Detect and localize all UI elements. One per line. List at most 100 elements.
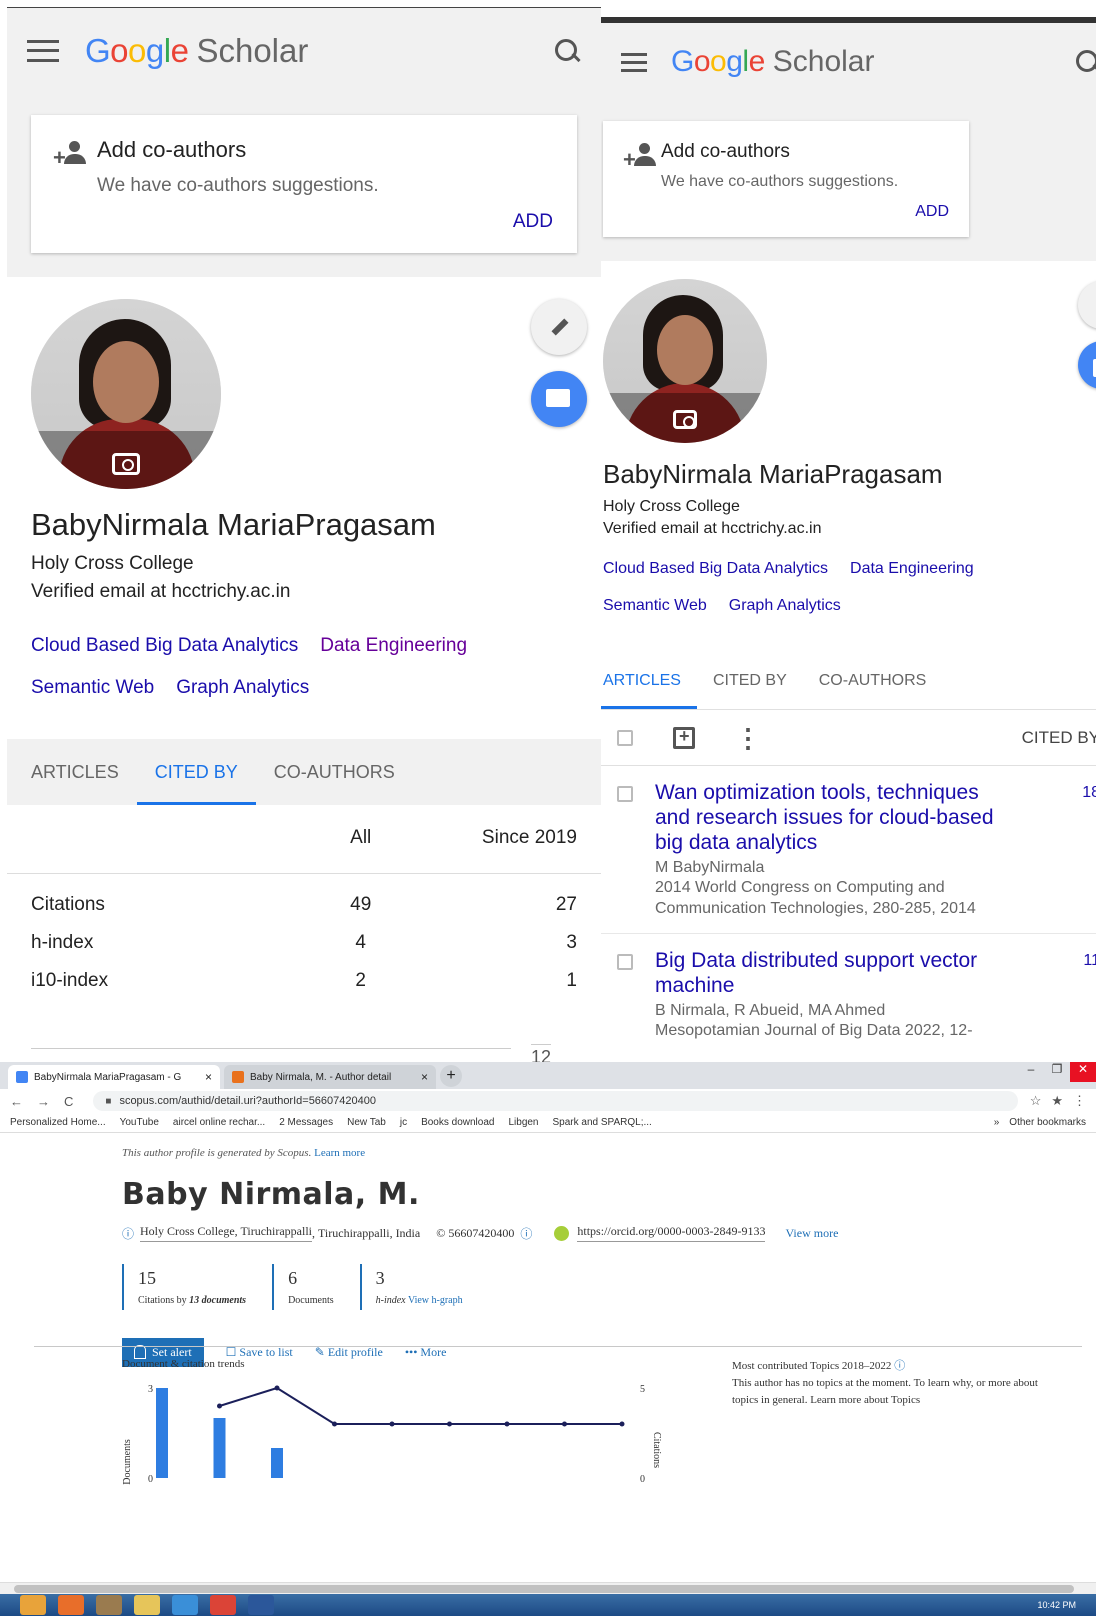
folder-icon[interactable] xyxy=(134,1595,160,1615)
add-coauthor-button[interactable]: ADD xyxy=(55,211,553,233)
article-cited-count[interactable]: 18 xyxy=(1082,784,1096,802)
extensions-icon[interactable]: ★ xyxy=(1051,1093,1063,1109)
scholar-logo[interactable]: Google Scholar xyxy=(671,45,874,79)
taskbar: 10:42 PM xyxy=(0,1594,1096,1616)
menu-icon[interactable] xyxy=(27,39,59,62)
info-icon[interactable]: ⓘ xyxy=(894,1360,905,1372)
url-field[interactable]: ■ scopus.com/authid/detail.uri?authorId=… xyxy=(93,1091,1018,1111)
search-icon[interactable] xyxy=(553,37,581,65)
follow-email-button[interactable] xyxy=(1078,341,1096,389)
camera-icon[interactable] xyxy=(673,410,697,429)
bookmark-item[interactable]: aircel online rechar... xyxy=(173,1117,265,1128)
table-row: h-index 4 3 xyxy=(31,931,577,953)
profile-name: BabyNirmala MariaPragasam xyxy=(603,459,943,489)
add-article-icon[interactable] xyxy=(673,726,695,749)
scholar-favicon-icon xyxy=(16,1071,28,1083)
chrome-icon[interactable] xyxy=(210,1595,236,1615)
y2-axis-label: Citations xyxy=(651,1432,662,1468)
info-icon[interactable]: ⓘ xyxy=(520,1225,532,1242)
bookmark-item[interactable]: jc xyxy=(400,1117,407,1128)
scopus-favicon-icon xyxy=(232,1071,244,1083)
interest-link[interactable]: Graph Analytics xyxy=(729,597,841,614)
start-icon[interactable] xyxy=(20,1595,46,1615)
affiliation-link[interactable]: Holy Cross College, Tiruchirappalli xyxy=(140,1224,313,1242)
close-tab-icon[interactable]: × xyxy=(421,1070,428,1084)
tab-articles[interactable]: ARTICLES xyxy=(601,652,697,709)
bookmark-item[interactable]: Spark and SPARQL;... xyxy=(553,1117,652,1128)
reload-icon[interactable]: C xyxy=(64,1094,73,1109)
metric-citations[interactable]: 15 Citations by 13 documents xyxy=(122,1264,260,1310)
orcid-link[interactable]: https://orcid.org/0000-0003-2849-9133 xyxy=(577,1224,766,1242)
bookmark-star-icon[interactable]: ☆ xyxy=(1030,1093,1042,1109)
tab-cited-by[interactable]: CITED BY xyxy=(697,652,803,709)
coauthor-title: Add co-authors xyxy=(661,141,790,162)
interest-link[interactable]: Semantic Web xyxy=(31,677,154,698)
other-bookmarks[interactable]: Other bookmarks xyxy=(1009,1117,1086,1128)
firefox-icon[interactable] xyxy=(58,1595,84,1615)
close-window-icon[interactable]: ✕ xyxy=(1070,1062,1096,1082)
bookmark-item[interactable]: New Tab xyxy=(347,1117,386,1128)
view-more-link[interactable]: View more xyxy=(785,1226,838,1241)
avatar[interactable] xyxy=(31,299,221,489)
bookmark-item[interactable]: Personalized Home... xyxy=(10,1117,106,1128)
forward-icon[interactable]: → xyxy=(37,1094,50,1109)
camera-icon[interactable] xyxy=(112,453,140,475)
article-title[interactable]: Big Data distributed support vector mach… xyxy=(655,948,995,998)
follow-email-button[interactable] xyxy=(531,371,587,427)
bookmark-item[interactable]: YouTube xyxy=(120,1117,159,1128)
word-icon[interactable] xyxy=(248,1595,274,1615)
maximize-icon[interactable]: ❐ xyxy=(1044,1062,1070,1082)
profile-tabs: ARTICLES CITED BY CO-AUTHORS xyxy=(601,652,1096,710)
cited-by-column-header[interactable]: CITED BY xyxy=(1022,728,1096,748)
bookmark-item[interactable]: Libgen xyxy=(508,1117,538,1128)
browser-tab[interactable]: Baby Nirmala, M. - Author detail × xyxy=(224,1065,436,1089)
metric-documents[interactable]: 6 Documents xyxy=(272,1264,348,1310)
more-options-icon[interactable]: ⋮ xyxy=(735,725,761,751)
y-axis-label: Documents xyxy=(122,1439,133,1485)
learn-more-link[interactable]: Learn more xyxy=(314,1147,365,1159)
article-title[interactable]: Wan optimization tools, techniques and r… xyxy=(655,780,995,855)
author-name: Baby Nirmala, M. xyxy=(122,1177,420,1212)
add-coauthor-button[interactable]: ADD xyxy=(623,203,949,221)
tab-co-authors[interactable]: CO-AUTHORS xyxy=(256,739,413,805)
back-icon[interactable]: ← xyxy=(10,1094,23,1109)
menu-icon[interactable] xyxy=(621,52,647,72)
close-tab-icon[interactable]: × xyxy=(205,1070,212,1084)
article-cited-count[interactable]: 11 xyxy=(1083,952,1096,970)
interest-link[interactable]: Data Engineering xyxy=(320,635,467,656)
bookmark-item[interactable]: Books download xyxy=(421,1117,494,1128)
info-icon[interactable]: ⓘ xyxy=(122,1225,134,1242)
table-row: Citations 49 27 xyxy=(31,893,577,915)
menu-icon[interactable]: ⋮ xyxy=(1073,1093,1086,1109)
article-checkbox[interactable] xyxy=(617,954,633,970)
bookmarks-more-button[interactable]: » xyxy=(994,1117,1000,1128)
edit-profile-button[interactable] xyxy=(531,299,587,355)
add-person-icon: + xyxy=(623,143,657,171)
browser-tab[interactable]: BabyNirmala MariaPragasam - G × xyxy=(8,1065,220,1089)
select-all-checkbox[interactable] xyxy=(617,729,633,746)
new-tab-button[interactable]: + xyxy=(440,1065,462,1087)
tab-cited-by[interactable]: CITED BY xyxy=(136,739,256,805)
profile-affiliation: Holy Cross College xyxy=(603,498,740,515)
interest-link[interactable]: Cloud Based Big Data Analytics xyxy=(603,560,828,577)
interest-link[interactable]: Graph Analytics xyxy=(176,677,309,698)
table-row: i10-index 2 1 xyxy=(31,969,577,991)
horizontal-scrollbar[interactable] xyxy=(0,1582,1096,1594)
avatar[interactable] xyxy=(603,279,767,443)
ie-icon[interactable] xyxy=(172,1595,198,1615)
view-h-graph-link[interactable]: View h-graph xyxy=(408,1295,463,1306)
profile-name: BabyNirmala MariaPragasam xyxy=(31,507,436,542)
tab-articles[interactable]: ARTICLES xyxy=(7,739,137,805)
search-icon[interactable] xyxy=(1074,48,1096,76)
article-checkbox[interactable] xyxy=(617,786,633,802)
interest-link[interactable]: Semantic Web xyxy=(603,597,707,614)
app-icon[interactable] xyxy=(96,1595,122,1615)
scholar-logo[interactable]: Google Scholar xyxy=(85,32,308,70)
interest-link[interactable]: Data Engineering xyxy=(850,560,974,577)
minimize-icon[interactable]: – xyxy=(1018,1062,1044,1082)
interest-link[interactable]: Cloud Based Big Data Analytics xyxy=(31,635,298,656)
bookmark-item[interactable]: 2 Messages xyxy=(279,1117,333,1128)
article-venue: Mesopotamian Journal of Big Data 2022, 1… xyxy=(655,1022,973,1039)
edit-profile-button[interactable] xyxy=(1078,281,1096,329)
tab-co-authors[interactable]: CO-AUTHORS xyxy=(803,652,943,709)
